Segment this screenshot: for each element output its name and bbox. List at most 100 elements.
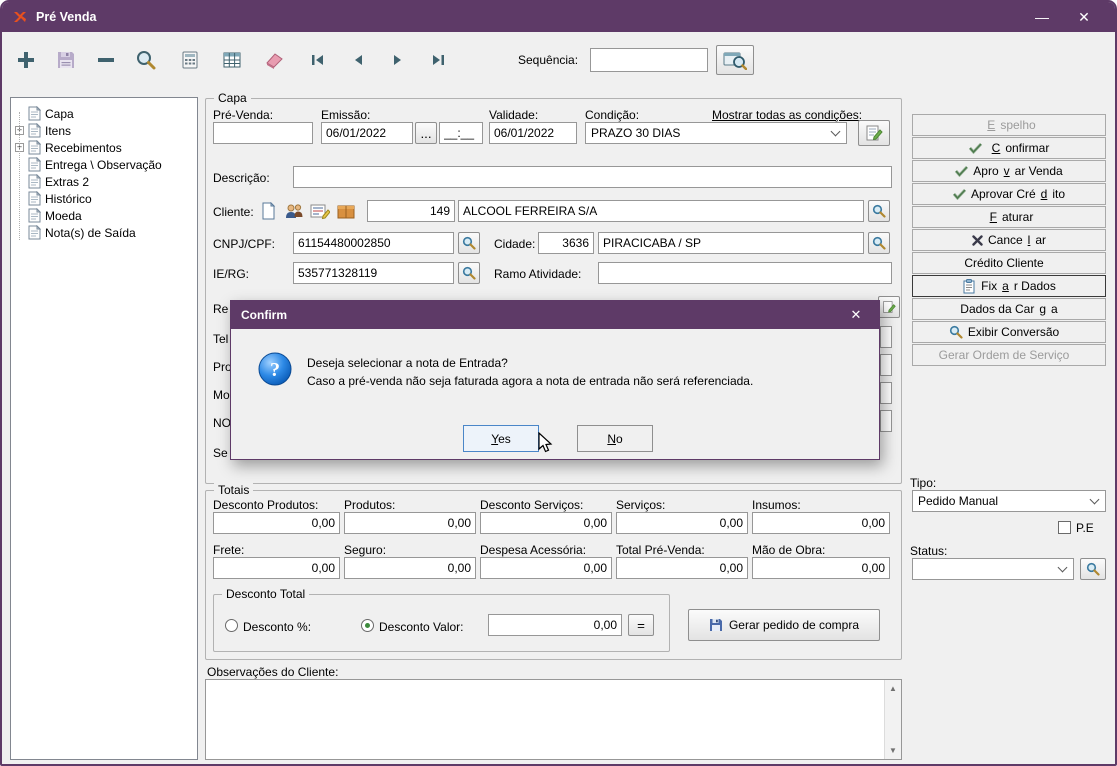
despesa-acessoria-input[interactable] — [480, 557, 612, 579]
desconto-produtos-input[interactable] — [213, 512, 340, 534]
calculator-button[interactable] — [174, 45, 206, 75]
tree-item-capa[interactable]: Capa — [11, 105, 197, 122]
page-icon — [28, 191, 41, 206]
search-icon — [1086, 562, 1100, 576]
fixar-dados-button[interactable]: Fix a r Dados — [912, 275, 1106, 297]
ie-rg-search-button[interactable] — [458, 262, 480, 284]
produtos-input[interactable] — [344, 512, 476, 534]
tipo-value: Pedido Manual — [918, 494, 999, 508]
save-record-button[interactable] — [50, 45, 82, 75]
partial-edit-button[interactable] — [878, 296, 900, 318]
servicos-input[interactable] — [616, 512, 748, 534]
cliente-contacts-button[interactable] — [282, 199, 306, 223]
cliente-new-button[interactable] — [256, 199, 280, 223]
scrollbar[interactable]: ▲ ▼ — [884, 680, 901, 759]
status-combobox[interactable] — [912, 558, 1074, 580]
delete-record-button[interactable] — [90, 45, 122, 75]
tree-item-notas-de-saida[interactable]: Nota(s) de Saída — [11, 224, 197, 241]
nav-prev-button[interactable] — [342, 45, 374, 75]
tree-item-extras-2[interactable]: Extras 2 — [11, 173, 197, 190]
cnpj-search-button[interactable] — [458, 232, 480, 254]
scroll-up-icon[interactable]: ▲ — [885, 680, 901, 697]
gerar-pedido-compra-button[interactable]: Gerar pedido de compra — [688, 609, 880, 641]
insumos-input[interactable] — [752, 512, 890, 534]
desconto-equals-button[interactable]: = — [628, 614, 654, 636]
emissao-time-input[interactable] — [439, 122, 483, 144]
cliente-search-button[interactable] — [868, 200, 890, 222]
cliente-form-button[interactable] — [308, 199, 332, 223]
emissao-date-input[interactable] — [321, 122, 413, 144]
descricao-input[interactable] — [293, 166, 892, 188]
add-record-button[interactable] — [10, 45, 42, 75]
dialog-close-button[interactable]: ✕ — [843, 303, 869, 327]
produtos-label: Produtos: — [344, 498, 396, 512]
gerar-pedido-compra-label: Gerar pedido de compra — [728, 618, 860, 632]
cancelar-button[interactable]: Cance l ar — [912, 229, 1106, 251]
yes-button[interactable]: Yes — [463, 425, 539, 452]
clear-button[interactable] — [258, 45, 290, 75]
validade-date-input[interactable] — [489, 122, 577, 144]
status-search-button[interactable] — [1080, 558, 1106, 580]
nav-next-button[interactable] — [382, 45, 414, 75]
search-records-button[interactable] — [130, 45, 162, 75]
desconto-percent-radio[interactable] — [225, 619, 238, 632]
sequence-search-button[interactable] — [716, 45, 754, 75]
partial-input-fragment[interactable] — [880, 410, 892, 432]
tree-item-recebimentos[interactable]: + Recebimentos — [11, 139, 197, 156]
cliente-package-button[interactable] — [334, 199, 358, 223]
total-pre-venda-input[interactable] — [616, 557, 748, 579]
nav-last-button[interactable] — [422, 45, 454, 75]
pe-checkbox[interactable] — [1058, 521, 1071, 534]
desconto-servicos-input[interactable] — [480, 512, 612, 534]
tree-guide-line — [19, 112, 20, 240]
espelho-button[interactable]: Espelho — [912, 114, 1106, 136]
desconto-valor-input[interactable] — [488, 614, 622, 636]
condicao-combobox[interactable]: PRAZO 30 DIAS — [585, 122, 847, 144]
partial-field-label: Pro — [213, 360, 232, 374]
sequence-input[interactable] — [590, 48, 708, 72]
observacoes-textarea[interactable]: ▲ ▼ — [205, 679, 902, 760]
partial-input-fragment[interactable] — [880, 354, 892, 376]
pre-venda-input[interactable] — [213, 122, 313, 144]
frete-input[interactable] — [213, 557, 340, 579]
tree-item-moeda[interactable]: Moeda — [11, 207, 197, 224]
partial-input-fragment[interactable] — [880, 382, 892, 404]
minimize-button[interactable]: — — [1021, 2, 1063, 32]
confirmar-button[interactable]: Confirmar — [912, 137, 1106, 159]
cliente-label: Cliente: — [213, 205, 254, 219]
cnpj-input[interactable] — [293, 232, 454, 254]
exibir-conversao-button[interactable]: Exibir Conversão — [912, 321, 1106, 343]
ie-rg-input[interactable] — [293, 262, 454, 284]
credito-cliente-button[interactable]: Crédito Cliente — [912, 252, 1106, 274]
tree-item-historico[interactable]: Histórico — [11, 190, 197, 207]
cidade-search-button[interactable] — [868, 232, 890, 254]
mao-de-obra-input[interactable] — [752, 557, 890, 579]
close-button[interactable]: ✕ — [1063, 2, 1105, 32]
cidade-code-input[interactable] — [538, 232, 594, 254]
tree-item-entrega-observacao[interactable]: Entrega \ Observação — [11, 156, 197, 173]
cliente-name-input[interactable] — [458, 200, 864, 222]
aprovar-credito-button[interactable]: Aprovar Cré d ito — [912, 183, 1106, 205]
nav-first-button[interactable] — [302, 45, 334, 75]
tree-item-label: Histórico — [45, 191, 92, 206]
page-icon — [28, 123, 41, 138]
partial-input-fragment[interactable] — [880, 326, 892, 348]
cliente-code-input[interactable] — [367, 200, 455, 222]
emissao-date-picker-button[interactable]: ... — [415, 122, 437, 144]
ramo-atividade-input[interactable] — [598, 262, 892, 284]
faturar-button[interactable]: Faturar — [912, 206, 1106, 228]
cidade-name-input[interactable] — [598, 232, 864, 254]
desconto-valor-radio[interactable] — [361, 619, 374, 632]
grid-view-button[interactable] — [216, 45, 248, 75]
tipo-combobox[interactable]: Pedido Manual — [912, 490, 1106, 512]
seguro-input[interactable] — [344, 557, 476, 579]
tree-item-itens[interactable]: + Itens — [11, 122, 197, 139]
nav-last-icon — [433, 55, 444, 65]
dados-da-carga-button[interactable]: Dados da Car g a — [912, 298, 1106, 320]
condicao-edit-button[interactable] — [858, 120, 890, 146]
mostrar-condicoes-link[interactable]: Mostrar todas as condições: — [712, 108, 862, 122]
scroll-down-icon[interactable]: ▼ — [885, 742, 901, 759]
no-button[interactable]: No — [577, 425, 653, 452]
gerar-ordem-servico-button[interactable]: Gerar Ordem de Serviço — [912, 344, 1106, 366]
aprovar-venda-button[interactable]: Apro v ar Venda — [912, 160, 1106, 182]
